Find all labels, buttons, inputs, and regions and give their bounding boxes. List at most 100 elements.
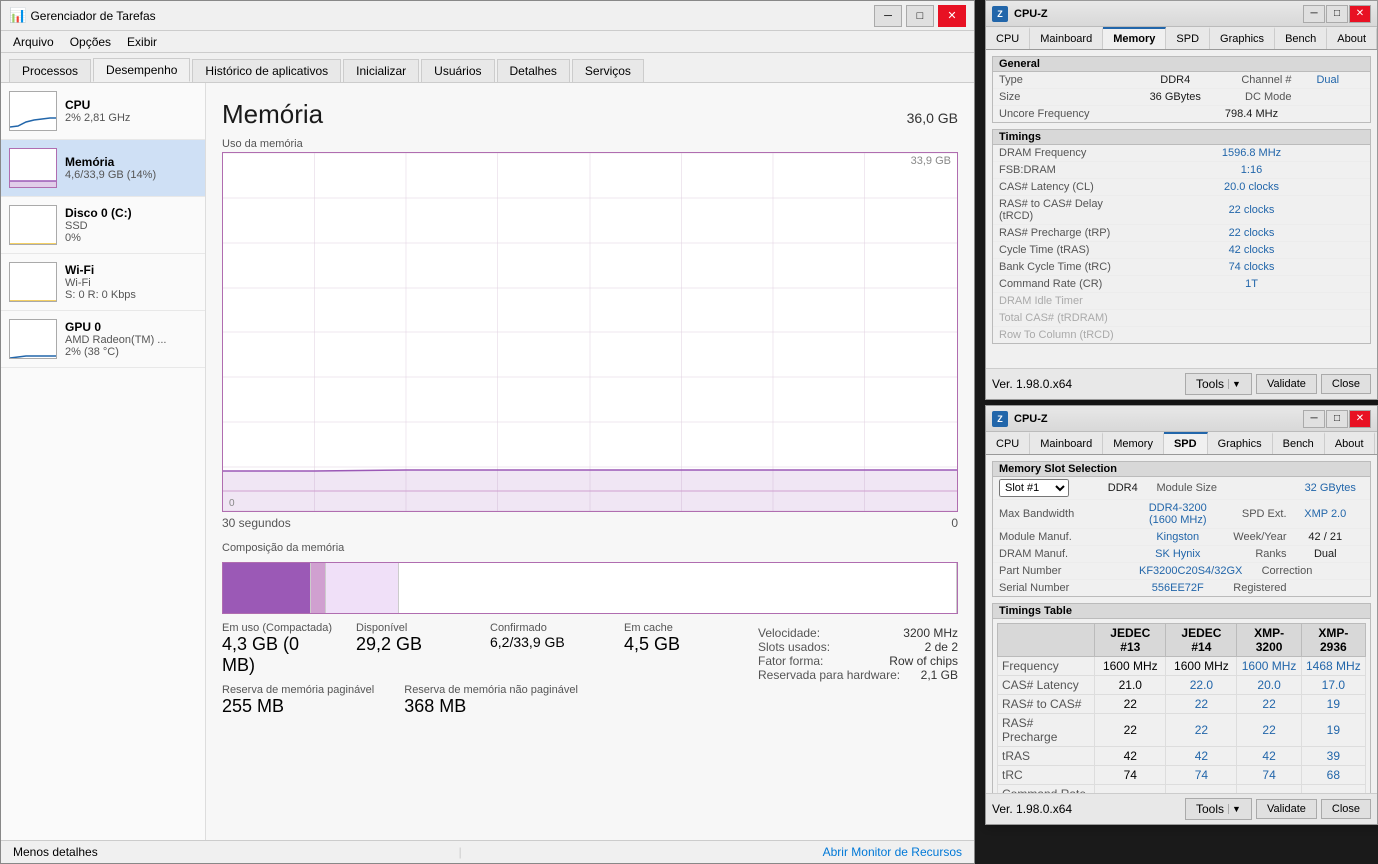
cpuz2-footer: Ver. 1.98.0.x64 Tools ▼ Validate Close: [986, 793, 1377, 824]
footer-separator: |: [459, 845, 462, 859]
wifi-name: Wi-Fi: [65, 263, 197, 277]
cpuz1-validate-button[interactable]: Validate: [1256, 374, 1317, 394]
maximize-button[interactable]: □: [906, 5, 934, 27]
tab-historico[interactable]: Histórico de aplicativos: [192, 59, 341, 82]
sidebar-item-cpu[interactable]: CPU 2% 2,81 GHz: [1, 83, 205, 140]
cpuz2-maxbw-row: Max Bandwidth DDR4-3200 (1600 MHz) SPD E…: [993, 500, 1370, 529]
memory-header: Memória 36,0 GB: [222, 99, 958, 130]
nao-paginavel-value: 368 MB: [404, 696, 578, 717]
timings-xmp32-0: 1600 MHz: [1237, 657, 1301, 676]
timings-label-5: tRC: [998, 766, 1095, 785]
cpuz1-tab-mainboard[interactable]: Mainboard: [1030, 27, 1103, 49]
tab-usuarios[interactable]: Usuários: [421, 59, 494, 82]
cpuz2-module-size-val: 32 GBytes: [1297, 482, 1365, 494]
cpuz1-tab-graphics[interactable]: Graphics: [1210, 27, 1275, 49]
monitor-link[interactable]: Abrir Monitor de Recursos: [823, 845, 962, 859]
cpuz2-tools-label: Tools: [1196, 802, 1224, 816]
window-controls: ─ □ ✕: [874, 5, 966, 27]
cpuz2-tab-about[interactable]: About: [1325, 432, 1375, 454]
cpuz1-idle-key: DRAM Idle Timer: [999, 295, 1139, 307]
sidebar-item-wifi[interactable]: Wi-Fi Wi-Fi S: 0 R: 0 Kbps: [1, 254, 205, 311]
stat-disponivel: Disponível 29,2 GB: [356, 622, 470, 676]
cpuz1-tras-val: 42 clocks: [1139, 244, 1364, 256]
cpuz2-timings-title: Timings Table: [993, 604, 1370, 619]
taskmanager-icon: 📊: [9, 7, 26, 24]
cpuz2-modmanuf-row: Module Manuf. Kingston Week/Year 42 / 21: [993, 529, 1370, 546]
cpuz2-tab-graphics[interactable]: Graphics: [1208, 432, 1273, 454]
timings-label-3: RAS# Precharge: [998, 714, 1095, 747]
cpuz2-logo: Z: [992, 411, 1008, 427]
timings-xmp29-3: 19: [1301, 714, 1365, 747]
cpuz1-trc-val: 74 clocks: [1139, 261, 1364, 273]
cpuz1-tab-memory[interactable]: Memory: [1103, 27, 1166, 49]
cpuz2-part-key: Part Number: [999, 565, 1139, 577]
velocidade-row: Velocidade: 3200 MHz: [758, 626, 958, 640]
cpuz2-validate-button[interactable]: Validate: [1256, 799, 1317, 819]
cpuz2-tab-mainboard[interactable]: Mainboard: [1030, 432, 1103, 454]
menu-arquivo[interactable]: Arquivo: [5, 33, 62, 51]
tab-servicos[interactable]: Serviços: [572, 59, 644, 82]
cpuz1-tools-button[interactable]: Tools ▼: [1185, 373, 1252, 395]
cpuz1-idle-row: DRAM Idle Timer: [993, 293, 1370, 310]
reservada-key: Reservada para hardware:: [758, 668, 900, 682]
tab-detalhes[interactable]: Detalhes: [497, 59, 570, 82]
chart-label: Uso da memória: [222, 138, 958, 150]
mem-mini-chart: [9, 148, 57, 188]
sidebar-item-gpu[interactable]: GPU 0 AMD Radeon(TM) ... 2% (38 °C): [1, 311, 205, 368]
cpuz2-tools-button[interactable]: Tools ▼: [1185, 798, 1252, 820]
memory-stats: Em uso (Compactada) 4,3 GB (0 MB) Dispon…: [222, 622, 738, 676]
slot-selector[interactable]: Slot #1 Slot #2: [999, 479, 1069, 497]
main-content: Memória 36,0 GB Uso da memória 33,9 GB: [206, 83, 974, 840]
sidebar-item-disk[interactable]: Disco 0 (C:) SSD 0%: [1, 197, 205, 254]
cpuz2-tab-memory[interactable]: Memory: [1103, 432, 1164, 454]
cpuz1-tab-bench[interactable]: Bench: [1275, 27, 1327, 49]
cpuz2-minimize[interactable]: ─: [1303, 410, 1325, 428]
th-jedec14: JEDEC #14: [1166, 624, 1237, 657]
menu-opcoes[interactable]: Opções: [62, 33, 119, 51]
close-button[interactable]: ✕: [938, 5, 966, 27]
em-cache-label: Em cache: [624, 622, 738, 634]
cpuz2-tab-spd[interactable]: SPD: [1164, 432, 1208, 454]
sidebar-item-mem[interactable]: Memória 4,6/33,9 GB (14%): [1, 140, 205, 197]
fator-key: Fator forma:: [758, 654, 823, 668]
stat-paginavel: Reserva de memória paginável 255 MB: [222, 684, 374, 717]
tab-processos[interactable]: Processos: [9, 59, 91, 82]
cpuz2-maximize[interactable]: □: [1326, 410, 1348, 428]
cpuz1-close[interactable]: ✕: [1349, 5, 1371, 23]
timings-j14-5: 74: [1166, 766, 1237, 785]
cpuz1-maximize[interactable]: □: [1326, 5, 1348, 23]
cpuz2-tab-bench[interactable]: Bench: [1273, 432, 1325, 454]
cpuz1-tab-spd[interactable]: SPD: [1166, 27, 1210, 49]
comp-standby: [326, 563, 399, 613]
cpuz1-type-key: Type: [999, 74, 1139, 86]
cpuz1-cas-row: CAS# Latency (CL) 20.0 clocks: [993, 179, 1370, 196]
slots-val: 2 de 2: [925, 640, 958, 654]
stat-confirmado: Confirmado 6,2/33,9 GB: [490, 622, 604, 676]
cpuz2-close-button[interactable]: Close: [1321, 799, 1371, 819]
minimize-button[interactable]: ─: [874, 5, 902, 27]
gpu-name: GPU 0: [65, 320, 197, 334]
tab-inicializar[interactable]: Inicializar: [343, 59, 419, 82]
cpuz1-minimize[interactable]: ─: [1303, 5, 1325, 23]
timings-j14-2: 22: [1166, 695, 1237, 714]
cpuz1-channel-val: Dual: [1292, 74, 1365, 86]
cpuz1-cas-val: 20.0 clocks: [1139, 181, 1364, 193]
cpuz1-close-button[interactable]: Close: [1321, 374, 1371, 394]
tab-desempenho[interactable]: Desempenho: [93, 58, 190, 82]
cpuz1-tras-row: Cycle Time (tRAS) 42 clocks: [993, 242, 1370, 259]
cpuz1-tab-about[interactable]: About: [1327, 27, 1377, 49]
menu-exibir[interactable]: Exibir: [119, 33, 165, 51]
menos-detalhes[interactable]: Menos detalhes: [13, 845, 98, 859]
cpuz1-tab-cpu[interactable]: CPU: [986, 27, 1030, 49]
cpuz2-content: Memory Slot Selection Slot #1 Slot #2 DD…: [986, 455, 1377, 793]
cpuz2-maxbw-key: Max Bandwidth: [999, 508, 1139, 520]
timings-xmp29-5: 68: [1301, 766, 1365, 785]
slots-row: Slots usados: 2 de 2: [758, 640, 958, 654]
em-uso-label: Em uso (Compactada): [222, 622, 336, 634]
timings-j14-3: 22: [1166, 714, 1237, 747]
timings-xmp29-1: 17.0: [1301, 676, 1365, 695]
timings-label-6: Command Rate: [998, 785, 1095, 794]
cpuz1-uncore-key: Uncore Frequency: [999, 108, 1139, 120]
cpuz2-close[interactable]: ✕: [1349, 410, 1371, 428]
cpuz2-tab-cpu[interactable]: CPU: [986, 432, 1030, 454]
